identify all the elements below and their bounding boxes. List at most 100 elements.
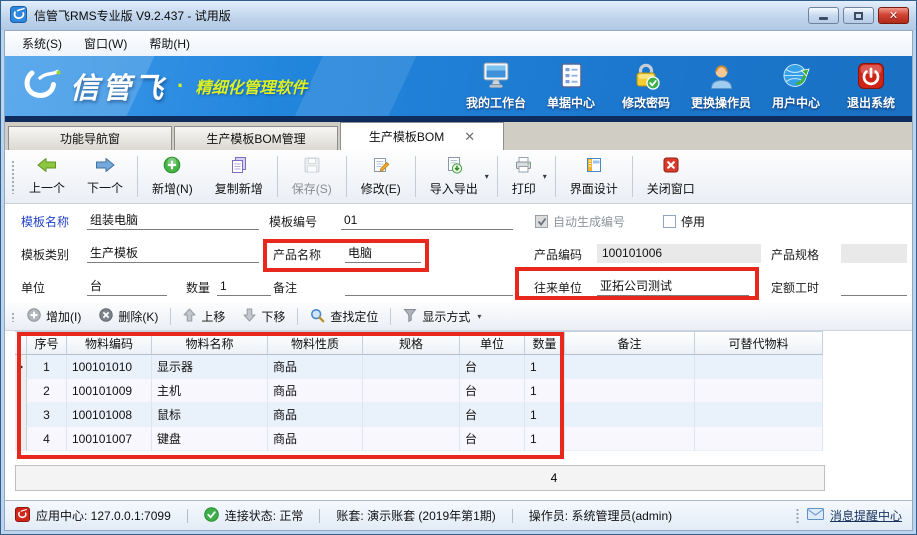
table-row[interactable]: 4 100101007 键盘 商品 台 1 [15, 427, 823, 451]
grid-header-row: 序号 物料编码 物料名称 物料性质 规格 单位 数量 备注 可替代物料 [15, 331, 823, 355]
partner-field[interactable]: 亚拓公司测试 [597, 277, 749, 296]
auto-number-checkbox[interactable]: 自动生成编号 [535, 213, 625, 230]
close-window-button[interactable]: 关闭窗口 [636, 152, 706, 201]
documents-icon [558, 62, 585, 93]
print-button[interactable]: 打印 [501, 152, 547, 201]
previous-button[interactable]: 上一个 [18, 153, 76, 200]
delete-circle-icon [99, 308, 113, 325]
remark-field[interactable] [345, 277, 513, 296]
save-button[interactable]: 保存(S) [281, 152, 343, 201]
envelope-icon [807, 508, 824, 523]
tab-bom-management[interactable]: 生产模板BOM管理 [174, 126, 338, 150]
status-separator [187, 509, 188, 523]
checkbox-checked-icon [535, 215, 548, 228]
material-grid: 序号 物料编码 物料名称 物料性质 规格 单位 数量 备注 可替代物料 1 10… [15, 331, 823, 451]
display-mode-button[interactable]: 显示方式 ▾ [394, 305, 490, 328]
stop-flag-checkbox[interactable]: 停用 [663, 213, 705, 230]
grid-corner-cell [15, 331, 27, 355]
import-export-button[interactable]: 导入导出 [419, 152, 489, 201]
import-export-icon [445, 156, 463, 177]
move-down-button[interactable]: 下移 [234, 305, 294, 328]
toolbar-separator [390, 308, 391, 325]
tab-bom-active[interactable]: 生产模板BOM ✕ [340, 122, 504, 150]
template-name-field[interactable]: 组装电脑 [87, 211, 259, 230]
table-row[interactable]: 3 100101008 鼠标 商品 台 1 [15, 403, 823, 427]
add-new-button[interactable]: 新增(N) [141, 152, 204, 201]
table-row[interactable]: 1 100101010 显示器 商品 台 1 [15, 355, 823, 379]
workbench-button[interactable]: 我的工作台 [465, 61, 527, 111]
product-code-field: 100101006 [597, 244, 761, 263]
quota-hours-label: 定额工时 [771, 280, 819, 296]
message-center[interactable]: 消息提醒中心 [807, 507, 902, 524]
menu-bar: 系统(S) 窗口(W) 帮助(H) [5, 31, 912, 56]
arrow-left-icon [37, 157, 57, 176]
exit-system-button[interactable]: 退出系统 [840, 62, 902, 111]
toolbar-separator [497, 156, 498, 197]
chevron-down-icon: ▾ [477, 312, 481, 321]
toolbar-separator [415, 156, 416, 197]
check-circle-icon [204, 507, 219, 525]
menu-window[interactable]: 窗口(W) [73, 31, 138, 56]
template-no-field[interactable]: 01 [341, 211, 513, 230]
arrow-right-icon [95, 157, 115, 176]
table-row[interactable]: 2 100101009 主机 商品 台 1 [15, 379, 823, 403]
toolbar-separator [170, 308, 171, 325]
printer-icon [514, 156, 533, 177]
grid-toolbar: 增加(I) 删除(K) 上移 下移 查找定位 显 [5, 303, 912, 331]
column-header: 备注 [565, 331, 695, 355]
maximize-button[interactable] [843, 7, 874, 24]
toolbar-separator [137, 156, 138, 197]
banner-action-label: 修改密码 [622, 94, 670, 111]
remark-label: 备注 [273, 280, 297, 296]
grid-add-button[interactable]: 增加(I) [18, 305, 90, 328]
column-header: 序号 [27, 331, 67, 355]
brand-slogan: 精细化管理软件 [195, 74, 307, 98]
grid-toolbar-grip [10, 311, 14, 322]
plus-circle-icon [163, 156, 181, 177]
close-button[interactable]: ✕ [878, 7, 909, 24]
menu-system[interactable]: 系统(S) [11, 31, 73, 56]
arrow-down-icon [243, 308, 256, 325]
globe-icon [782, 62, 810, 93]
layout-design-icon [585, 156, 603, 177]
main-toolbar: 上一个 下一个 新增(N) 复制新增 保存(S) [5, 150, 912, 204]
row-indicator-cell [15, 427, 27, 451]
banner-action-label: 我的工作台 [466, 94, 526, 111]
operator-status: 操作员: 系统管理员(admin) [529, 507, 672, 524]
toolbar-separator [277, 156, 278, 197]
chevron-down-icon[interactable]: ▾ [543, 172, 552, 181]
tab-function-nav[interactable]: 功能导航窗 [8, 126, 172, 150]
tab-close-icon[interactable]: ✕ [464, 130, 475, 143]
next-button[interactable]: 下一个 [76, 153, 134, 200]
document-center-button[interactable]: 单据中心 [540, 62, 602, 111]
grid-delete-button[interactable]: 删除(K) [90, 305, 167, 328]
unit-field[interactable]: 台 [87, 277, 167, 296]
find-locate-button[interactable]: 查找定位 [301, 305, 387, 329]
change-password-button[interactable]: 修改密码 [615, 62, 677, 111]
template-type-field[interactable]: 生产模板 [87, 244, 259, 263]
qty-field[interactable]: 1 [217, 277, 271, 296]
ui-design-button[interactable]: 界面设计 [559, 152, 629, 201]
copy-pages-icon [230, 156, 248, 177]
material-grid-area: 序号 物料编码 物料名称 物料性质 规格 单位 数量 备注 可替代物料 1 10… [5, 331, 912, 500]
banner-action-label: 退出系统 [847, 94, 895, 111]
banner-action-label: 用户中心 [772, 94, 820, 111]
edit-button[interactable]: 修改(E) [350, 152, 412, 201]
copy-new-button[interactable]: 复制新增 [204, 152, 274, 201]
toolbar-separator [297, 308, 298, 325]
product-name-field[interactable]: 电脑 [345, 244, 421, 263]
grid-summary-bar: 4 [15, 465, 825, 491]
minimize-button[interactable] [808, 7, 839, 24]
filter-icon [403, 308, 417, 325]
tab-bar: 功能导航窗 生产模板BOM管理 生产模板BOM ✕ [5, 122, 912, 150]
switch-operator-button[interactable]: 更换操作员 [690, 62, 752, 111]
brand-banner: 信管飞 · 精细化管理软件 我的工作台 单据中心 修改密码 [5, 56, 912, 116]
status-separator [319, 509, 320, 523]
chevron-down-icon[interactable]: ▾ [485, 172, 494, 181]
move-up-button[interactable]: 上移 [174, 305, 234, 328]
user-center-button[interactable]: 用户中心 [765, 62, 827, 111]
title-bar: 信管飞RMS专业版 V9.2.437 - 试用版 ✕ [1, 1, 916, 30]
menu-help[interactable]: 帮助(H) [138, 31, 201, 56]
template-no-label: 模板编号 [269, 214, 317, 230]
quota-hours-field[interactable] [841, 277, 907, 296]
